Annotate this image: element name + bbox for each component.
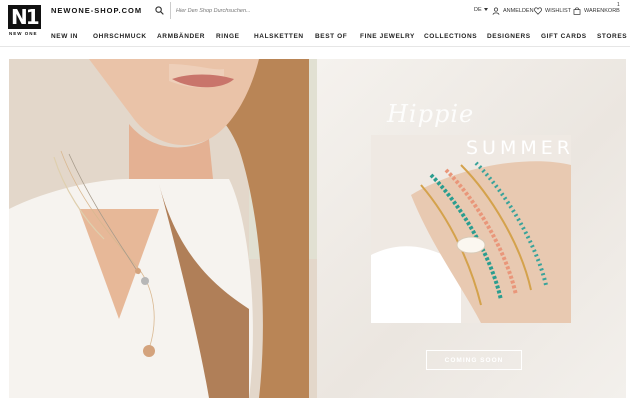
language-selector[interactable]: DE bbox=[474, 7, 482, 13]
main-navigation: NEW IN OHRSCHMUCK ARMBÄNDER RINGE HALSKE… bbox=[0, 27, 630, 47]
hero-script-title: Hippie bbox=[387, 100, 475, 128]
hero-title: SUMMER bbox=[466, 137, 574, 159]
chevron-down-icon[interactable] bbox=[484, 8, 488, 11]
cart-count-badge: 1 bbox=[617, 2, 620, 8]
nav-item-ringe[interactable]: RINGE bbox=[216, 33, 240, 40]
coming-soon-button[interactable]: COMING SOON bbox=[426, 350, 522, 370]
logo-mark: N1 bbox=[8, 5, 41, 29]
login-link[interactable]: ANMELDEN bbox=[492, 5, 534, 17]
nav-item-halsketten[interactable]: HALSKETTEN bbox=[254, 33, 304, 40]
nav-item-armbaender[interactable]: ARMBÄNDER bbox=[157, 33, 205, 40]
search-input[interactable] bbox=[170, 2, 460, 19]
hero-banner[interactable]: Hippie SUMMER COMING SOON bbox=[9, 59, 626, 398]
nav-item-collections[interactable]: COLLECTIONS bbox=[424, 33, 477, 40]
heart-icon bbox=[534, 7, 542, 15]
model-photo-illustration bbox=[9, 59, 317, 398]
nav-item-fine-jewelry[interactable]: FINE JEWELRY bbox=[360, 33, 415, 40]
bracelets-photo bbox=[371, 135, 571, 323]
nav-item-new-in[interactable]: NEW IN bbox=[51, 33, 78, 40]
hero-collection-panel: Hippie SUMMER COMING SOON bbox=[317, 59, 626, 398]
wishlist-link[interactable]: WISHLIST bbox=[534, 5, 571, 17]
user-icon bbox=[492, 7, 500, 15]
login-label: ANMELDEN bbox=[503, 8, 534, 14]
bracelets-illustration bbox=[371, 135, 571, 323]
shopping-bag-icon bbox=[573, 7, 581, 15]
top-bar: N1 NEW ONE NEWONE-SHOP.COM DE ANMELDEN W… bbox=[0, 0, 630, 36]
nav-item-ohrschmuck[interactable]: OHRSCHMUCK bbox=[93, 33, 147, 40]
wishlist-label: WISHLIST bbox=[545, 8, 571, 14]
site-name[interactable]: NEWONE-SHOP.COM bbox=[51, 6, 142, 15]
nav-item-best-of[interactable]: BEST OF bbox=[315, 33, 347, 40]
cart-link[interactable]: WARENKORB bbox=[573, 5, 620, 17]
nav-item-gift-cards[interactable]: GIFT CARDS bbox=[541, 33, 587, 40]
search-icon[interactable] bbox=[155, 6, 164, 15]
cart-label: WARENKORB bbox=[584, 8, 620, 14]
hero-model-image bbox=[9, 59, 317, 398]
nav-item-stores[interactable]: STORES bbox=[597, 33, 627, 40]
nav-item-designers[interactable]: DESIGNERS bbox=[487, 33, 531, 40]
